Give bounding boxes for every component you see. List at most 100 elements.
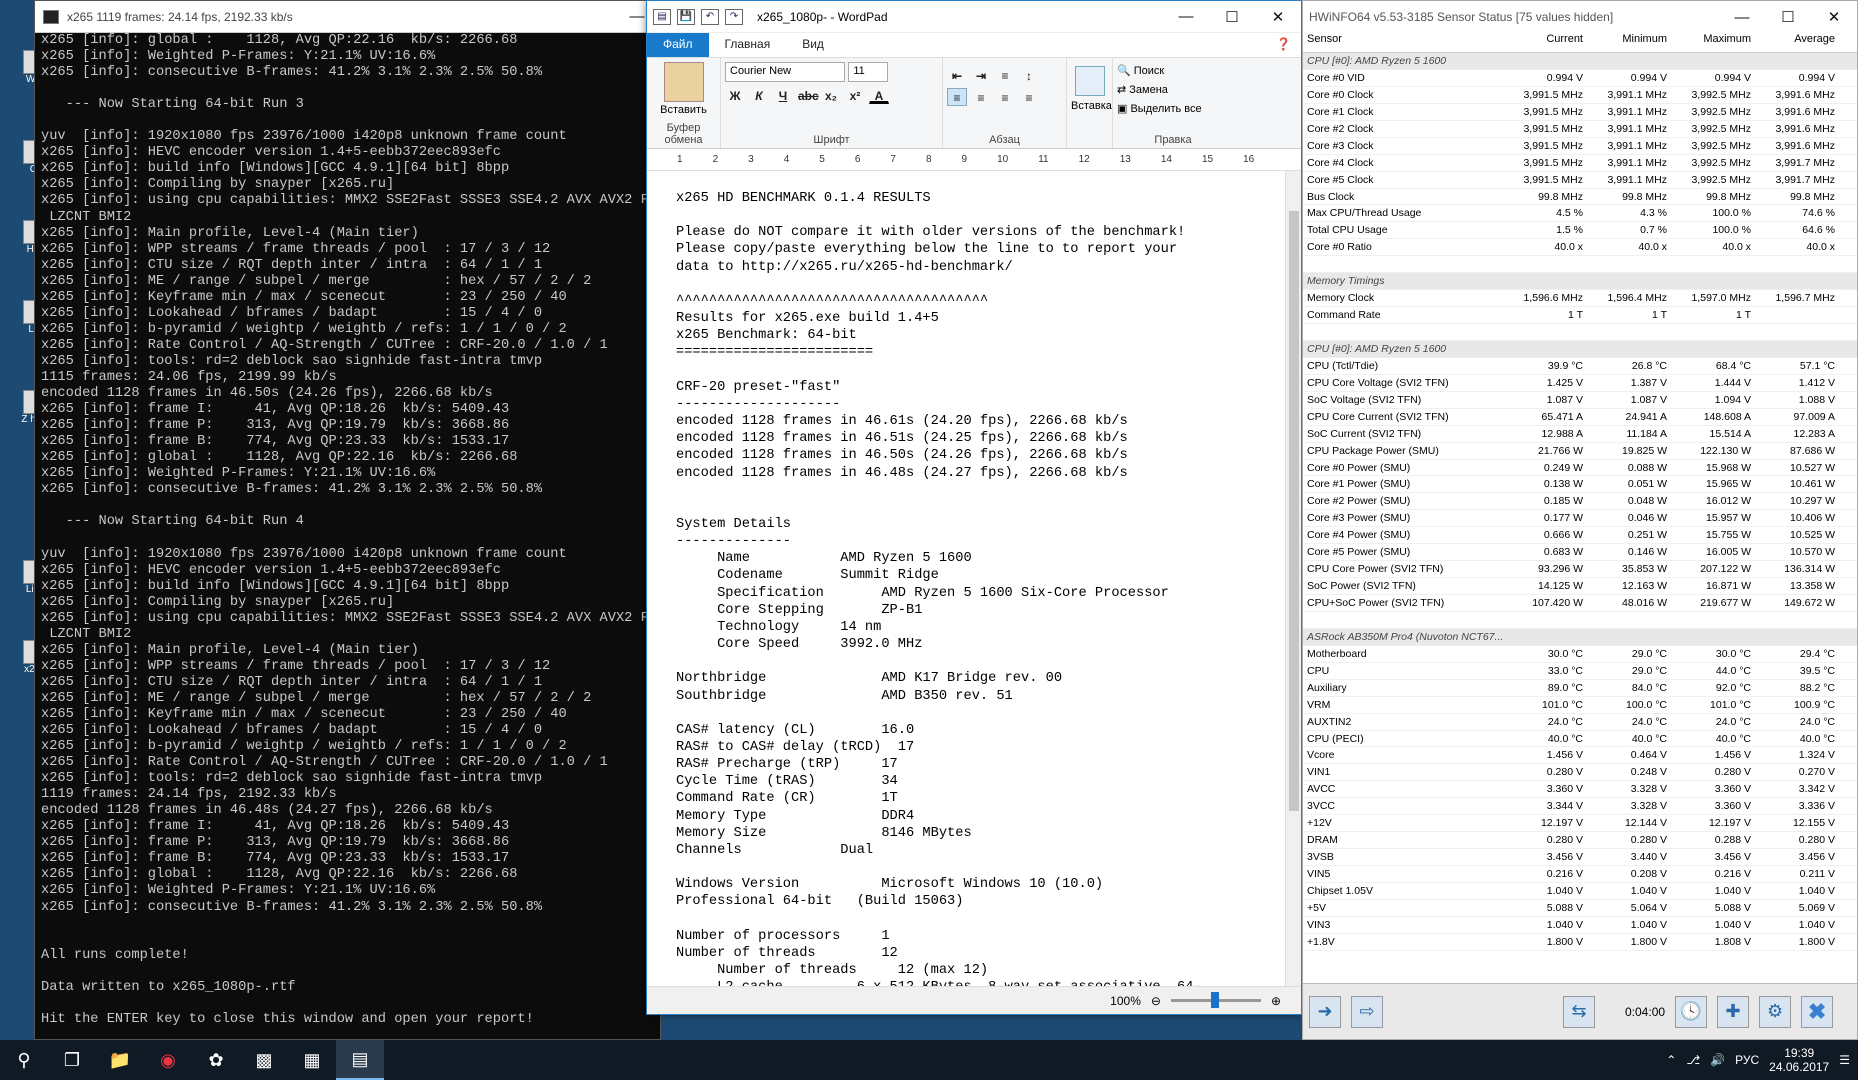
indent-increase-icon[interactable]: ⇥ [971,66,991,84]
wordpad-window[interactable]: ▤ 💾 ↶ ↷ x265_1080p- - WordPad — ☐ ✕ Файл… [646,0,1302,1015]
zoom-knob[interactable] [1210,992,1219,1008]
sensor-section-header[interactable]: Memory Timings [1303,273,1857,291]
subscript-button[interactable]: x₂ [821,86,841,104]
sensor-row[interactable]: Core #5 Power (SMU) 0.683 W 0.146 W 16.005 … [1303,544,1857,562]
font-color-icon[interactable]: A [869,86,889,104]
hwinfo-titlebar[interactable]: HWiNFO64 v5.53-3185 Sensor Status [75 va… [1303,1,1857,33]
sensor-section-header[interactable]: CPU [#0]: AMD Ryzen 5 1600 [1303,53,1857,70]
clock[interactable]: 19:39 24.06.2017 [1769,1046,1829,1074]
sensor-row[interactable]: Core #2 Power (SMU) 0.185 W 0.048 W 16.012 … [1303,493,1857,511]
zoom-slider[interactable] [1170,992,1261,1008]
sensor-row[interactable]: CPU 33.0 °C 29.0 °C 44.0 °C 39.5 °C [1303,663,1857,680]
file-explorer-icon[interactable]: 📁 [96,1040,144,1080]
sensor-row[interactable]: Command Rate 1 T 1 T 1 T [1303,307,1857,324]
sensor-row[interactable]: Auxiliary 89.0 °C 84.0 °C 92.0 °C 88.2 °C [1303,680,1857,697]
sensor-row[interactable]: Core #0 Ratio 40.0 x 40.0 x 40.0 x 40.0 x [1303,239,1857,257]
sensor-row[interactable] [1303,256,1857,274]
line-spacing-icon[interactable]: ↕ [1019,66,1039,84]
underline-button[interactable]: Ч [773,86,793,104]
hwinfo-window[interactable]: HWiNFO64 v5.53-3185 Sensor Status [75 va… [1302,0,1858,1040]
sensor-row[interactable]: SoC Power (SVI2 TFN) 14.125 W 12.163 W 16.8… [1303,578,1857,595]
sensor-row[interactable]: AVCC 3.360 V 3.328 V 3.360 V 3.342 V [1303,781,1857,799]
minimize-button[interactable]: — [1163,1,1209,33]
add-report-icon[interactable]: ✚ [1717,995,1750,1028]
sensor-row[interactable]: Vcore 1.456 V 0.464 V 1.456 V 1.324 V [1303,747,1857,765]
app-icon[interactable]: ✿ [192,1040,240,1080]
maximize-button[interactable]: ☐ [1765,1,1811,33]
ruler[interactable]: 1 2 3 4 5 6 7 8 9 10 11 12 13 14 15 16 [647,149,1301,171]
maximize-button[interactable]: ☐ [1209,1,1255,33]
network-tray-icon[interactable]: ⎇ [1686,1053,1700,1067]
sensor-row[interactable]: +12V 12.197 V 12.144 V 12.197 V 12.155 V [1303,815,1857,833]
sensor-row[interactable]: Total CPU Usage 1.5 % 0.7 % 100.0 % 64.6 % [1303,222,1857,240]
header-minimum[interactable]: Minimum [1587,33,1671,52]
close-sensors-icon[interactable]: ✖ [1801,995,1834,1028]
header-current[interactable]: Current [1503,33,1587,52]
sensor-row[interactable]: DRAM 0.280 V 0.280 V 0.288 V 0.280 V [1303,832,1857,850]
header-average[interactable]: Average [1755,33,1839,52]
document-area[interactable]: x265 HD BENCHMARK 0.1.4 RESULTS Please d… [647,171,1285,986]
sensor-row[interactable]: +1.8V 1.800 V 1.800 V 1.808 V 1.800 V [1303,934,1857,951]
sensor-row[interactable]: SoC Voltage (SVI2 TFN) 1.087 V 1.087 V 1.09… [1303,392,1857,409]
sensor-row[interactable]: Motherboard 30.0 °C 29.0 °C 30.0 °C 29.4 °C [1303,646,1857,663]
sensor-row[interactable]: +5V 5.088 V 5.064 V 5.088 V 5.069 V [1303,900,1857,917]
clock-icon[interactable]: 🕓 [1675,995,1708,1028]
replace-button[interactable]: ⇄ Замена [1117,81,1229,100]
tab-home[interactable]: Главная [709,33,787,57]
sensor-row[interactable]: CPU Core Current (SVI2 TFN) 65.471 A 24.94… [1303,409,1857,426]
tab-view[interactable]: Вид [786,33,840,57]
bold-button[interactable]: Ж [725,86,745,104]
chrome-icon[interactable]: ◉ [144,1040,192,1080]
indent-decrease-icon[interactable]: ⇤ [947,66,967,84]
scroll-thumb[interactable] [1289,211,1299,811]
insert-button[interactable]: Вставка [1071,100,1112,112]
wordpad-taskbar-icon[interactable]: ▤ [336,1040,384,1080]
tab-file[interactable]: Файл [647,33,709,57]
sensor-row[interactable]: VRM 101.0 °C 100.0 °C 101.0 °C 100.9 °C [1303,697,1857,714]
console-titlebar[interactable]: x265 1119 frames: 24.14 fps, 2192.33 kb/… [35,1,660,33]
sensor-row[interactable] [1303,611,1857,629]
picture-icon[interactable] [1074,66,1105,96]
find-button[interactable]: 🔍 Поиск [1117,62,1229,81]
hwinfo-taskbar-icon[interactable]: ▦ [288,1040,336,1080]
sensor-row[interactable]: Bus Clock 99.8 MHz 99.8 MHz 99.8 MHz 99.8 MH… [1303,189,1857,206]
sensor-table[interactable]: CPU [#0]: AMD Ryzen 5 1600 Core #0 VID 0.9… [1303,53,1857,973]
header-sensor[interactable]: Sensor [1303,33,1503,52]
network-icon[interactable]: ⇆ [1563,995,1595,1028]
chevron-up-icon[interactable]: ⌃ [1666,1053,1676,1067]
sensor-row[interactable]: Core #3 Clock 3,991.5 MHz 3,991.1 MHz 3,992… [1303,138,1857,155]
sensor-row[interactable]: CPU Core Power (SVI2 TFN) 93.296 W 35.853 … [1303,561,1857,579]
redo-icon[interactable]: ↷ [725,8,743,25]
strike-button[interactable]: abc [797,86,819,104]
vertical-scrollbar[interactable] [1285,171,1301,986]
list-icon[interactable]: ≡ [995,66,1015,84]
notifications-icon[interactable]: ☰ [1839,1053,1850,1067]
select-all-button[interactable]: ▣ Выделить все [1117,100,1229,119]
volume-icon[interactable]: 🔊 [1710,1053,1725,1067]
sensor-row[interactable]: Core #2 Clock 3,991.5 MHz 3,991.1 MHz 3,992… [1303,121,1857,138]
language-indicator[interactable]: РУС [1735,1053,1759,1067]
sensor-row[interactable]: SoC Current (SVI2 TFN) 12.988 A 11.184 A 15… [1303,426,1857,443]
sensor-row[interactable]: Core #4 Clock 3,991.5 MHz 3,991.1 MHz 3,992… [1303,155,1857,172]
sensor-row[interactable]: Core #1 Power (SMU) 0.138 W 0.051 W 15.965 … [1303,476,1857,494]
sensor-row[interactable] [1303,324,1857,341]
search-icon[interactable]: ⚲ [0,1040,48,1080]
zoom-out-icon[interactable]: ⊖ [1151,994,1161,1008]
italic-button[interactable]: К [749,86,769,104]
sensor-row[interactable]: CPU (PECI) 40.0 °C 40.0 °C 40.0 °C 40.0 °C [1303,731,1857,748]
sensor-row[interactable]: CPU+SoC Power (SVI2 TFN) 107.420 W 48.016 … [1303,595,1857,612]
header-maximum[interactable]: Maximum [1671,33,1755,52]
sensor-row[interactable]: Max CPU/Thread Usage 4.5 % 4.3 % 100.0 % 74.… [1303,205,1857,223]
sensor-row[interactable]: VIN3 1.040 V 1.040 V 1.040 V 1.040 V [1303,917,1857,934]
arrow-right-icon[interactable]: ➜ [1309,995,1341,1028]
arrows-icon[interactable]: ⇨ [1351,995,1383,1028]
sensor-row[interactable]: CPU (Tctl/Tdie) 39.9 °C 26.8 °C 68.4 °C 57.1… [1303,358,1857,375]
sensor-row[interactable]: 3VSB 3.456 V 3.440 V 3.456 V 3.456 V [1303,849,1857,866]
sensor-row[interactable]: AUXTIN2 24.0 °C 24.0 °C 24.0 °C 24.0 °C [1303,714,1857,731]
sensor-row[interactable]: Core #5 Clock 3,991.5 MHz 3,991.1 MHz 3,992… [1303,172,1857,189]
close-button[interactable]: ✕ [1255,1,1301,33]
console-taskbar-icon[interactable]: ▩ [240,1040,288,1080]
sensor-section-header[interactable]: CPU [#0]: AMD Ryzen 5 1600 [1303,340,1857,358]
superscript-button[interactable]: x² [845,86,865,104]
task-view-icon[interactable]: ❐ [48,1040,96,1080]
